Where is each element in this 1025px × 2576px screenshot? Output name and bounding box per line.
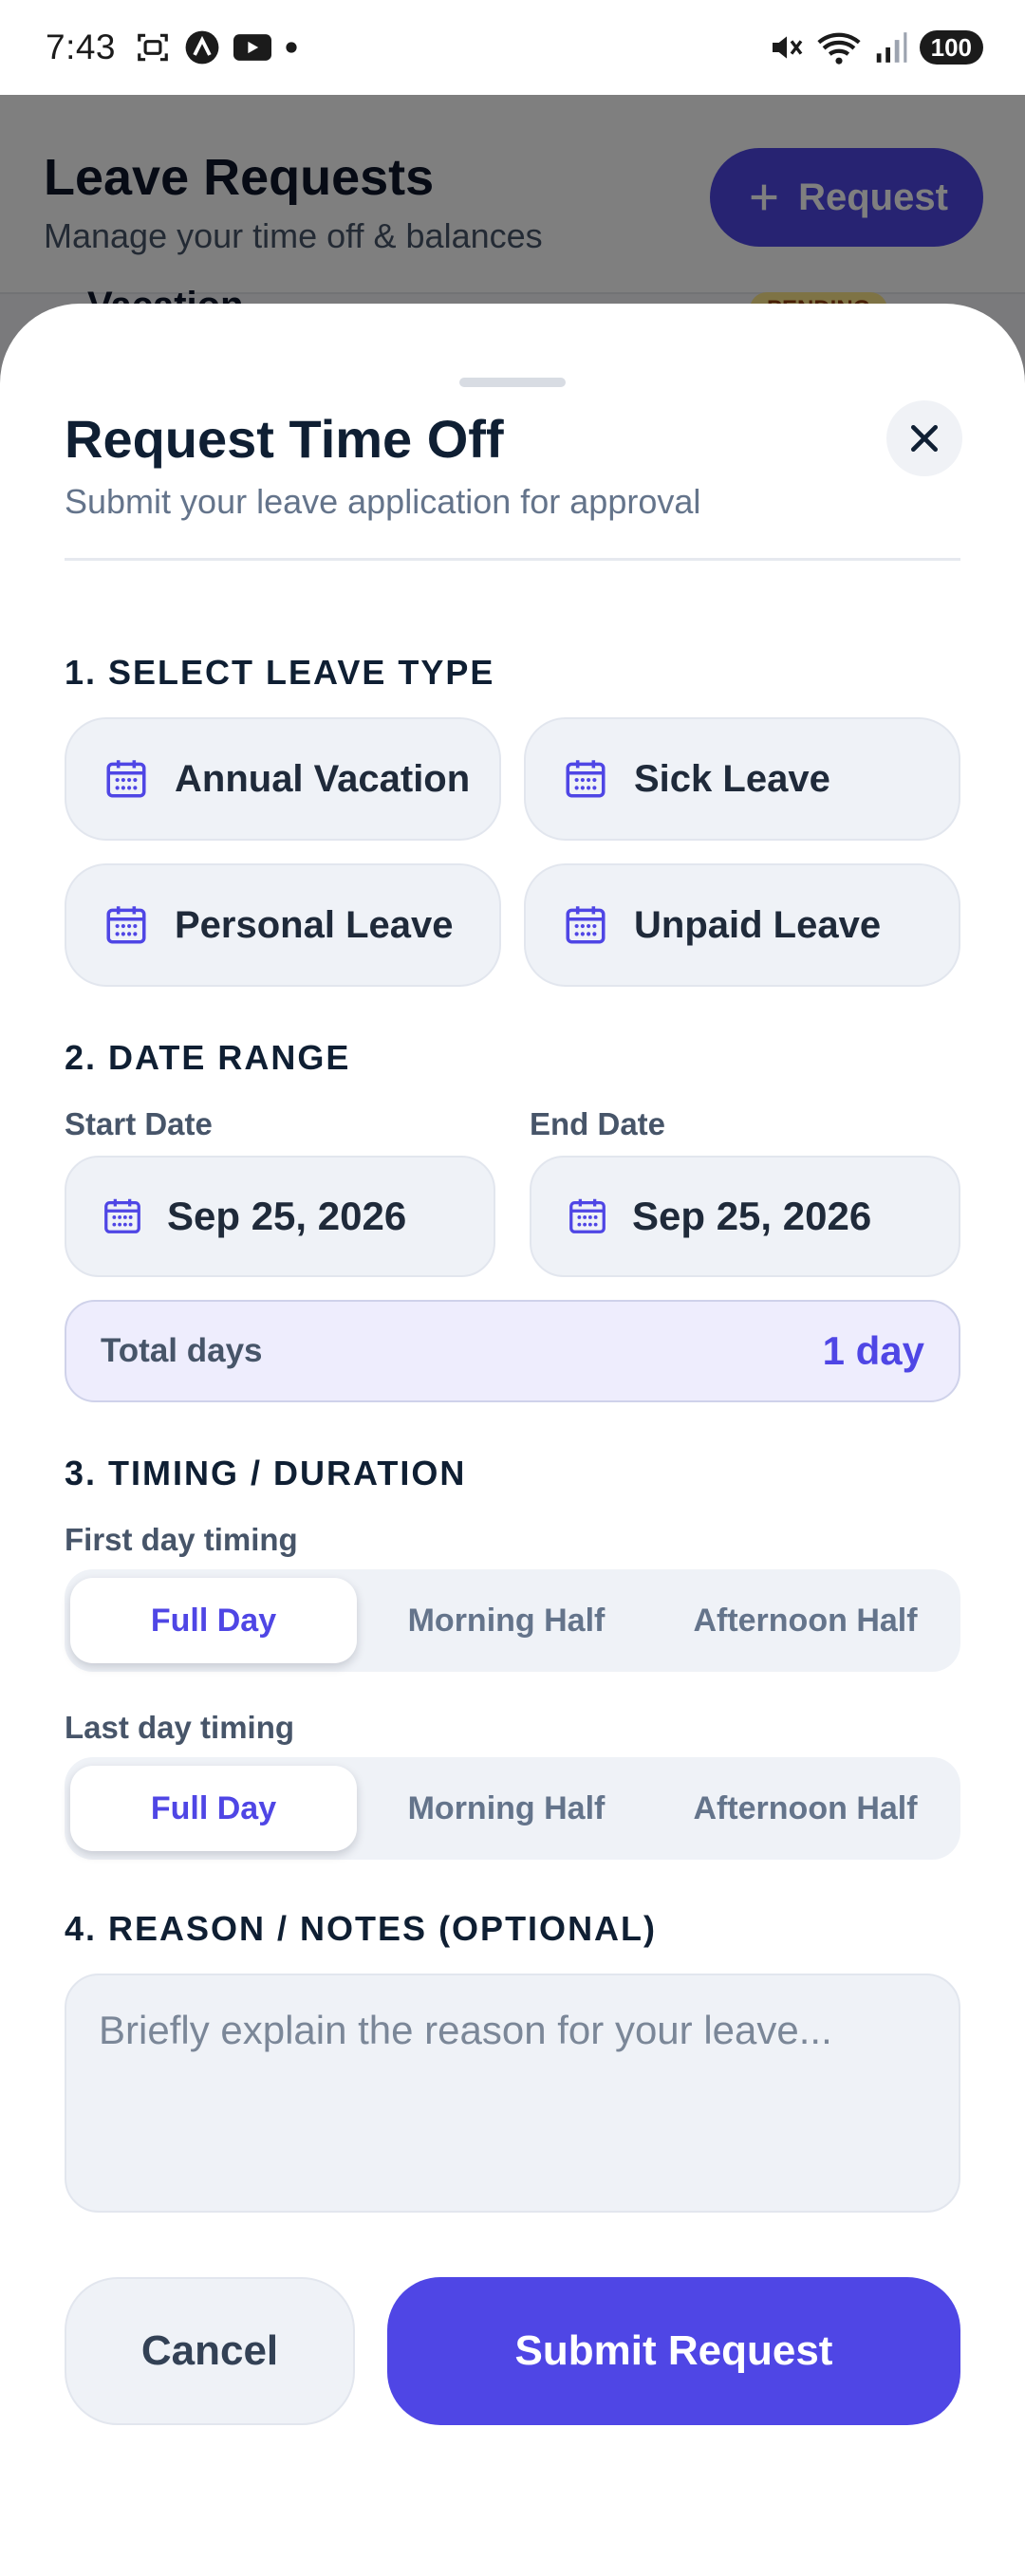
calendar-icon [104,1198,140,1233]
calendar-icon [106,760,146,798]
drag-handle[interactable] [459,378,566,387]
battery-indicator: 100 [919,30,983,65]
first-day-timing-selector: Full Day Morning Half Afternoon Half [65,1569,960,1672]
header-divider [65,558,960,561]
total-days-summary: Total days 1 day [65,1300,960,1402]
leave-type-label: Sick Leave [634,757,830,800]
first-day-timing-label: First day timing [65,1522,298,1557]
wifi-icon [816,32,861,65]
last-day-morning-half-option[interactable]: Morning Half [357,1766,656,1851]
close-button[interactable] [886,400,962,476]
leave-type-label: Unpaid Leave [634,903,882,946]
section-timing-label: 3. TIMING / DURATION [65,1454,467,1492]
calendar-icon [569,1198,606,1233]
status-bar: 7:43 100 [0,0,1025,95]
last-day-full-day-option[interactable]: Full Day [70,1766,357,1851]
leave-type-annual-vacation[interactable]: Annual Vacation [65,717,501,841]
end-date-label: End Date [530,1106,666,1141]
section-reason-label: 4. REASON / NOTES (OPTIONAL) [65,1909,658,1948]
cancel-button[interactable]: Cancel [65,2277,355,2425]
leave-type-label: Annual Vacation [175,757,471,800]
end-date-picker[interactable]: Sep 25, 2026 [530,1156,960,1277]
first-day-afternoon-half-option[interactable]: Afternoon Half [656,1578,955,1663]
request-time-off-sheet: Request Time Off Submit your leave appli… [0,304,1025,2576]
mute-icon [772,36,802,59]
end-date-value: Sep 25, 2026 [632,1194,872,1238]
section-date-range-label: 2. DATE RANGE [65,1038,351,1077]
calendar-icon [106,906,146,944]
screenshot-icon [138,33,168,62]
sheet-subtitle: Submit your leave application for approv… [65,482,701,521]
leave-type-sick-leave[interactable]: Sick Leave [524,717,960,841]
calendar-icon [566,760,606,798]
start-date-value: Sep 25, 2026 [167,1194,407,1238]
last-day-timing-selector: Full Day Morning Half Afternoon Half [65,1757,960,1860]
start-date-picker[interactable]: Sep 25, 2026 [65,1156,495,1277]
start-date-label: Start Date [65,1106,213,1141]
signal-icon [876,32,907,63]
leave-type-personal-leave[interactable]: Personal Leave [65,863,501,987]
leave-type-unpaid-leave[interactable]: Unpaid Leave [524,863,960,987]
youtube-icon [233,34,272,61]
section-leave-type-label: 1. SELECT LEAVE TYPE [65,653,495,692]
first-day-morning-half-option[interactable]: Morning Half [357,1578,656,1663]
total-days-value: 1 day [822,1328,924,1373]
status-time: 7:43 [46,28,117,66]
submit-request-button[interactable]: Submit Request [387,2277,960,2425]
leave-type-label: Personal Leave [175,903,454,946]
calendar-icon [566,906,606,944]
close-icon [911,425,938,452]
last-day-afternoon-half-option[interactable]: Afternoon Half [656,1766,955,1851]
sheet-title: Request Time Off [65,409,504,469]
total-days-label: Total days [101,1332,263,1369]
first-day-full-day-option[interactable]: Full Day [70,1578,357,1663]
last-day-timing-label: Last day timing [65,1710,295,1745]
reason-notes-input[interactable] [65,1974,960,2213]
app-a-icon [185,30,219,65]
notification-dot-icon [286,42,297,53]
